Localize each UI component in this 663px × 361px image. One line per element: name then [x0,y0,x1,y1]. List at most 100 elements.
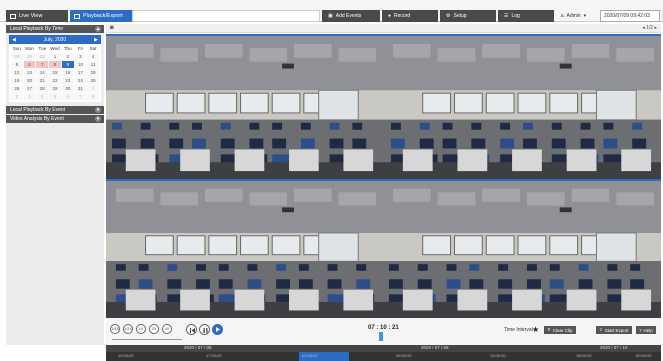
timeline-time: 18:00:00 [576,353,592,358]
log-button[interactable]: ☰ Log [498,10,554,22]
calendar-day[interactable]: 2 [11,93,23,100]
calendar-day[interactable]: 7 [36,61,49,68]
calendar-month-label: July, 2020 [43,36,67,43]
calendar-day[interactable]: 4 [36,93,49,100]
calendar-day[interactable]: 30 [36,53,49,60]
setup-button[interactable]: ⚙ Setup [440,10,496,22]
calendar-day[interactable]: 27 [23,85,36,92]
calendar-day[interactable]: 26 [11,85,23,92]
calendar-day[interactable]: 5 [49,93,61,100]
menu-label: Record [394,13,411,19]
speed-1x-button[interactable]: 1X [136,324,146,334]
calendar-day[interactable]: 11 [87,61,99,68]
step-back-button[interactable] [186,324,197,335]
page-indicator[interactable]: ◂ 1/2 ▸ [642,25,657,31]
timeline-time: 00:00:00 [636,353,652,358]
video-analysis-by-event-header[interactable]: Video Analysis By Event ▾ [6,115,104,123]
clear-clip-button[interactable]: ✕ Clear Clip [544,326,576,334]
calendar-day[interactable]: 29 [23,53,36,60]
video-tile[interactable] [383,179,661,318]
calendar-day[interactable]: 21 [36,77,49,84]
calendar-day[interactable]: 15 [49,69,61,76]
next-month-button[interactable]: ▶ [94,37,98,43]
timeline-date: 2020 / 07 / 08 [184,345,212,350]
calendar-day[interactable]: 19 [11,77,23,84]
event-icon: ▣ [328,13,333,19]
local-playback-by-time-header[interactable]: Local Playback By Time ▴ [6,25,104,33]
record-button[interactable]: ● Record [382,10,438,22]
chevron-down-icon: ▾ [95,116,101,122]
current-timecode: 07 : 10 : 21 [368,325,399,331]
calendar-day[interactable]: 3 [74,53,87,60]
speed-4x-button[interactable]: 4X [162,324,172,334]
calendar-day[interactable]: 6 [23,61,36,68]
calendar-day[interactable]: 8 [49,61,61,68]
timeline-position-marker[interactable] [379,332,383,341]
calendar-day[interactable]: 2 [61,53,74,60]
speed-label: 1/4X [111,327,119,331]
calendar-day[interactable]: 28 [11,53,23,60]
button-label: Clear Clip [552,327,573,333]
calendar-day[interactable]: 13 [23,69,36,76]
calendar-day[interactable]: 1 [49,53,61,60]
calendar-day[interactable]: 12 [11,69,23,76]
calendar-day[interactable]: 20 [23,77,36,84]
playback-icon [74,13,80,19]
video-tile[interactable] [106,34,383,179]
calendar-day[interactable]: 1 [87,85,99,92]
gear-icon: ⚙ [446,13,451,19]
calendar-day[interactable]: 14 [36,69,49,76]
calendar-day[interactable]: 31 [74,85,87,92]
calendar-day[interactable]: 25 [87,77,99,84]
calendar-day[interactable]: 7 [74,93,87,100]
user-menu[interactable]: ♙ Admin ▾ [560,10,600,22]
help-icon: ? [639,327,642,333]
calendar-day[interactable]: 22 [49,77,61,84]
calendar-day[interactable]: 29 [49,85,61,92]
tab-label: Playback/Export [83,13,123,19]
menu-label: Setup [453,13,467,19]
tab-playback-export[interactable]: Playback/Export [70,10,132,22]
calendar-day[interactable]: 8 [87,93,99,100]
tab-live-view[interactable]: Live View [6,10,68,22]
speed-2x-button[interactable]: 2X [149,324,159,334]
section-label: Local Playback By Time [10,26,64,32]
speed-slider[interactable] [112,339,182,340]
speed-label: 1X [138,327,144,331]
calendar-day[interactable]: 6 [61,93,74,100]
help-button[interactable]: ? Help [636,326,656,334]
top-bar: Live View Playback/Export ▣ Add Events ●… [0,0,663,22]
timeline-date-row: 2020 / 07 / 08 2020 / 07 / 09 2020 / 07 … [106,345,661,352]
calendar-day[interactable]: 16 [61,69,74,76]
timeline-time: 00:00:00 [302,353,318,358]
calendar-weekday: Wed [50,46,60,51]
add-events-button[interactable]: ▣ Add Events [322,10,380,22]
play-button[interactable] [212,324,223,335]
calendar-day[interactable]: 30 [61,85,74,92]
calendar-day[interactable]: 17 [74,69,87,76]
video-tile[interactable] [383,34,661,179]
playback-control-bar: 1/4X 1/2X 1X 2X 4X 07 : 10 : 21 Time Int… [106,318,661,345]
star-icon[interactable]: ★ [532,325,539,334]
calendar-day[interactable]: 18 [87,69,99,76]
calendar-day[interactable]: 4 [87,53,99,60]
timeline[interactable]: 2020 / 07 / 08 2020 / 07 / 09 2020 / 07 … [106,345,661,361]
prev-month-button[interactable]: ◀ [12,37,16,43]
datetime-display: 2020/07/09 09:42:03 [600,10,660,22]
speed-quarter-button[interactable]: 1/4X [110,324,120,334]
video-tile[interactable] [106,179,383,318]
pause-button[interactable] [199,324,210,335]
button-label: Help [643,327,653,333]
start-export-button[interactable]: ⇪ Start Export [596,326,632,334]
speed-half-button[interactable]: 1/2X [123,324,133,334]
calendar-day[interactable]: 10 [74,61,87,68]
calendar-day[interactable]: 5 [11,61,23,68]
local-playback-by-event-header[interactable]: Local Playback By Event ▾ [6,106,104,114]
calendar-day[interactable]: 23 [61,77,74,84]
calendar-day[interactable]: 24 [74,77,87,84]
calendar-day[interactable]: 28 [36,85,49,92]
camera-icon[interactable]: ◙ [110,25,114,31]
timeline-date: 2020 / 07 / 09 [421,345,449,350]
calendar-day[interactable]: 3 [23,93,36,100]
calendar-day[interactable]: 9 [61,61,74,68]
